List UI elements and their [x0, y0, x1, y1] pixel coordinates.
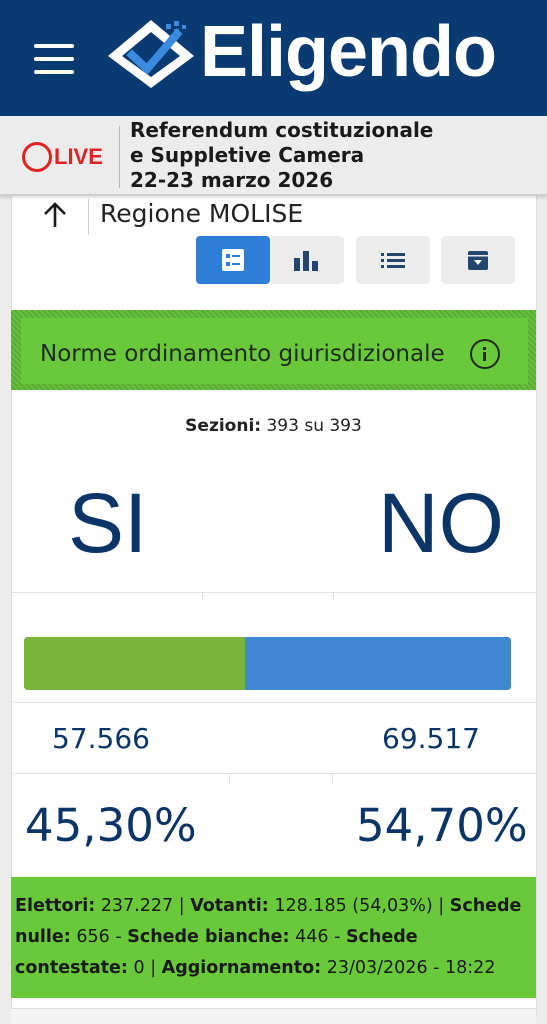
stat-value: 237.227 [100, 896, 174, 916]
sezioni-value: 393 su 393 [266, 416, 362, 436]
divider [88, 199, 89, 235]
info-icon[interactable] [470, 339, 500, 369]
divider [202, 592, 203, 600]
app-logo-text[interactable]: Eligendo [200, 2, 497, 102]
event-title-line: Referendum costituzionale [130, 118, 434, 142]
next-card-edge [11, 1008, 536, 1024]
divider [11, 592, 536, 593]
stat-label: Elettori: [15, 896, 96, 916]
result-bar-no [244, 637, 511, 690]
view-chart-button[interactable] [270, 236, 344, 284]
eligendo-logo-icon[interactable] [106, 18, 196, 90]
question-title: Norme ordinamento giurisdizionale [40, 341, 445, 367]
option-si-label: SI [68, 476, 148, 570]
live-label: LIVE [54, 144, 103, 169]
divider [229, 773, 230, 783]
view-card-button[interactable] [196, 236, 270, 284]
stat-value: 656 [76, 927, 110, 947]
bullet-list-icon [381, 253, 405, 268]
stat-value: 128.185 (54,03%) [274, 896, 433, 916]
event-title-line: 22-23 marzo 2026 [130, 168, 334, 192]
arrow-up-icon[interactable] [42, 200, 68, 230]
option-no-label: NO [378, 476, 504, 570]
stat-label: Schede bianche: [127, 927, 290, 947]
sezioni-label: Sezioni: [185, 416, 262, 436]
divider [119, 126, 120, 188]
event-title-line: e Suppletive Camera [130, 143, 365, 167]
view-archive-button[interactable] [441, 236, 515, 284]
no-percentage: 54,70% [356, 799, 528, 852]
hamburger-menu-icon[interactable] [30, 40, 78, 80]
info-glyph-icon [483, 347, 486, 361]
turnout-stats: Elettori: 237.227 | Votanti: 128.185 (54… [11, 877, 536, 998]
bar-chart-icon [294, 251, 318, 271]
divider [11, 773, 536, 774]
view-list-button[interactable] [356, 236, 430, 284]
list-card-icon [222, 249, 244, 271]
event-title[interactable]: Referendum costituzionale e Suppletive C… [130, 118, 433, 193]
result-bar-si [24, 637, 245, 690]
result-bar [24, 637, 511, 690]
archive-download-icon [468, 251, 488, 270]
stat-label: Votanti: [190, 896, 269, 916]
si-percentage: 45,30% [25, 799, 197, 852]
divider [11, 702, 536, 703]
stat-label: Aggiornamento: [161, 958, 322, 978]
si-votes: 57.566 [52, 722, 150, 755]
divider [332, 773, 333, 783]
region-title: Regione MOLISE [100, 199, 304, 228]
stat-value: 0 [133, 958, 145, 978]
live-circle-icon [22, 142, 52, 172]
divider [333, 592, 334, 600]
sezioni-count: Sezioni: 393 su 393 [0, 416, 547, 436]
stat-value: 446 [295, 927, 329, 947]
no-votes: 69.517 [382, 722, 480, 755]
stat-value: 23/03/2026 - 18:22 [326, 958, 496, 978]
